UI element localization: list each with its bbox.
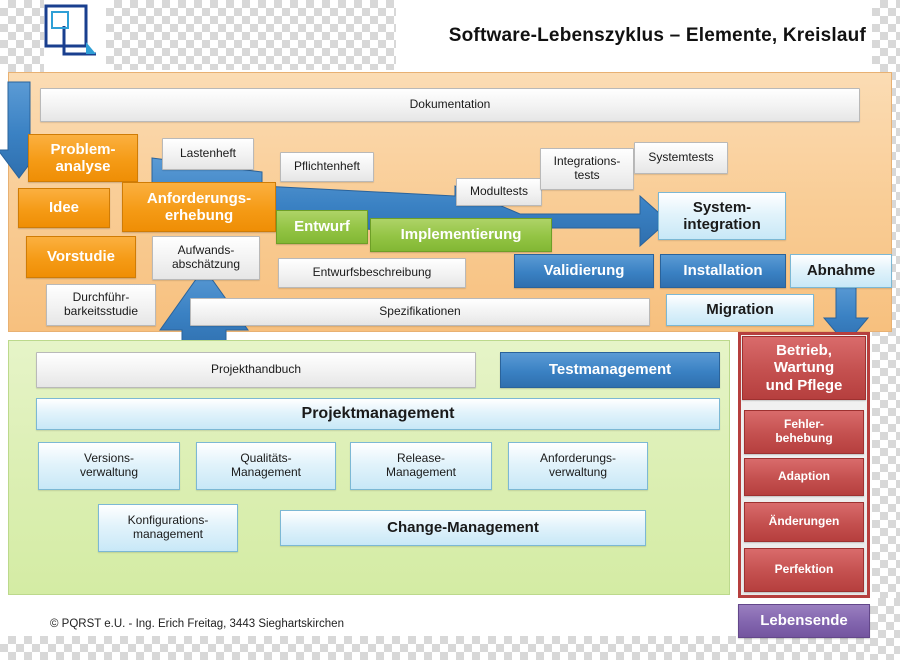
diagram-canvas: Software-Lebenszyklus – Elemente, Kreisl…	[0, 0, 900, 660]
box-idee[interactable]: Idee	[18, 188, 110, 228]
box-projekthandbuch[interactable]: Projekthandbuch	[36, 352, 476, 388]
box-dokumentation[interactable]: Dokumentation	[40, 88, 860, 122]
box-implementierung[interactable]: Implementierung	[370, 218, 552, 252]
box-vorstudie[interactable]: Vorstudie	[26, 236, 136, 278]
box-versionsverwaltung[interactable]: Versions- verwaltung	[38, 442, 180, 490]
transparency-checker-topmid	[106, 0, 396, 70]
box-migration[interactable]: Migration	[666, 294, 814, 326]
box-entwurf[interactable]: Entwurf	[276, 210, 368, 244]
box-releasemanagement[interactable]: Release- Management	[350, 442, 492, 490]
box-projektmanagement[interactable]: Projektmanagement	[36, 398, 720, 430]
box-perfektion[interactable]: Perfektion	[744, 548, 864, 592]
box-qualitaetsmanagement[interactable]: Qualitäts- Management	[196, 442, 336, 490]
box-problemanalyse[interactable]: Problem- analyse	[28, 134, 138, 182]
transparency-checker-topleft	[0, 0, 44, 72]
box-installation[interactable]: Installation	[660, 254, 786, 288]
box-changemanagement[interactable]: Change-Management	[280, 510, 646, 546]
box-testmanagement[interactable]: Testmanagement	[500, 352, 720, 388]
box-aufwandsabschaetzung[interactable]: Aufwands- abschätzung	[152, 236, 260, 280]
box-entwurfsbeschreibung[interactable]: Entwurfsbeschreibung	[278, 258, 466, 288]
box-systemintegration[interactable]: System- integration	[658, 192, 786, 240]
box-lastenheft[interactable]: Lastenheft	[162, 138, 254, 170]
box-integrationstests[interactable]: Integrations- tests	[540, 148, 634, 190]
box-abnahme[interactable]: Abnahme	[790, 254, 892, 288]
box-lebensende[interactable]: Lebensende	[738, 604, 870, 638]
pqrst-logo	[44, 4, 96, 56]
transparency-checker-bottomright	[870, 598, 900, 660]
box-fehlerbehebung[interactable]: Fehler- behebung	[744, 410, 864, 454]
box-spezifikationen[interactable]: Spezifikationen	[190, 298, 650, 326]
transparency-checker-bottom	[0, 636, 900, 660]
page-title: Software-Lebenszyklus – Elemente, Kreisl…	[448, 25, 866, 46]
copyright-footer: © PQRST e.U. - Ing. Erich Freitag, 3443 …	[50, 618, 344, 630]
box-aenderungen[interactable]: Änderungen	[744, 502, 864, 542]
box-durchfuehrbarkeitsstudie[interactable]: Durchführ- barkeitsstudie	[46, 284, 156, 326]
box-anforderungsverwaltung[interactable]: Anforderungs- verwaltung	[508, 442, 648, 490]
box-validierung[interactable]: Validierung	[514, 254, 654, 288]
box-systemtests[interactable]: Systemtests	[634, 142, 728, 174]
box-konfigurationsmanagement[interactable]: Konfigurations- management	[98, 504, 238, 552]
box-adaption[interactable]: Adaption	[744, 458, 864, 496]
box-modultests[interactable]: Modultests	[456, 178, 542, 206]
box-pflichtenheft[interactable]: Pflichtenheft	[280, 152, 374, 182]
box-anforderungserhebung[interactable]: Anforderungs- erhebung	[122, 182, 276, 232]
box-betrieb-wartung-pflege[interactable]: Betrieb, Wartung und Pflege	[742, 336, 866, 400]
